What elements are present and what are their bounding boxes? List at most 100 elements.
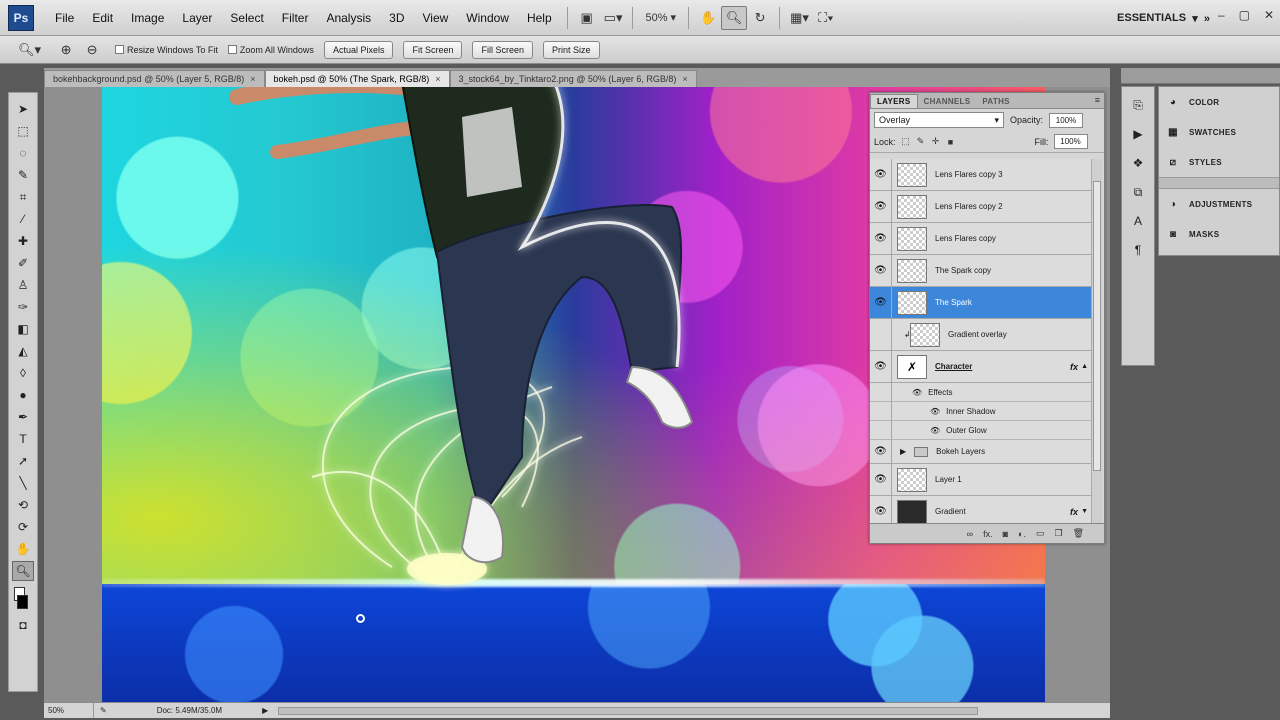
menu-analysis[interactable]: Analysis	[317, 11, 380, 25]
eye-icon[interactable]: 👁︎	[870, 159, 892, 190]
paragraph-icon[interactable]: ¶	[1127, 240, 1149, 260]
marquee-tool-icon[interactable]: ⬚	[12, 121, 34, 141]
zoom-in-icon[interactable]: ⊕	[53, 38, 79, 62]
horizontal-scrollbar[interactable]	[278, 706, 979, 715]
shape-tool-icon[interactable]: ╲	[12, 473, 34, 493]
eraser-tool-icon[interactable]: ◧	[12, 319, 34, 339]
dodge-tool-icon[interactable]: ●	[12, 385, 34, 405]
tab-stock-image[interactable]: 3_stock64_by_Tinktaro2.png @ 50% (Layer …	[449, 70, 697, 87]
close-tab-icon[interactable]: ×	[682, 74, 687, 84]
3d-orbit-tool-icon[interactable]: ⟳	[12, 517, 34, 537]
eye-icon[interactable]: 👁︎	[870, 496, 892, 524]
fx-icon[interactable]: fx	[1070, 362, 1078, 372]
adjustment-layer-icon[interactable]: ◐.	[1018, 529, 1026, 539]
layers-scrollbar[interactable]	[1091, 159, 1102, 524]
hand-tool-icon[interactable]: ✋	[695, 6, 721, 30]
lasso-tool-icon[interactable]: ◌	[12, 143, 34, 163]
close-icon[interactable]: ✕	[1264, 8, 1274, 22]
eye-icon[interactable]: 👁︎	[870, 255, 892, 286]
eye-icon[interactable]	[870, 319, 892, 350]
zoom-level-select[interactable]: 50% ▾	[639, 7, 682, 29]
hand-tool-icon[interactable]: ✋	[12, 539, 34, 559]
maximize-icon[interactable]: ▢	[1239, 8, 1250, 22]
healing-brush-tool-icon[interactable]: ✚	[12, 231, 34, 251]
rotate-view-icon[interactable]: ↻	[747, 6, 773, 30]
tab-channels[interactable]: CHANNELS	[918, 94, 977, 108]
effect-row[interactable]: 👁︎ Inner Shadow	[870, 402, 1092, 421]
clone-stamp-tool-icon[interactable]: ♙	[12, 275, 34, 295]
eye-icon[interactable]: 👁︎	[870, 223, 892, 254]
panel-masks[interactable]: ◙ MASKS	[1159, 219, 1279, 249]
clone-source-icon[interactable]: ⧉	[1127, 182, 1149, 202]
menu-view[interactable]: View	[413, 11, 457, 25]
layer-row[interactable]: 👁︎ Lens Flares copy 2	[870, 191, 1092, 223]
expand-group-icon[interactable]: ▶	[900, 447, 906, 456]
panel-menu-icon[interactable]: ≡	[1095, 95, 1100, 105]
effect-row[interactable]: 👁︎ Outer Glow	[870, 421, 1092, 440]
tab-paths[interactable]: PATHS	[976, 94, 1015, 108]
blur-tool-icon[interactable]: ◊	[12, 363, 34, 383]
layer-row[interactable]: 👁︎ Layer 1	[870, 464, 1092, 496]
screen-mode-full-icon[interactable]: ⛶▾	[813, 6, 839, 30]
color-swatches-icon[interactable]	[12, 583, 34, 613]
history-icon[interactable]: ⎘	[1127, 95, 1149, 115]
blend-mode-select[interactable]: Overlay ▾	[874, 112, 1004, 128]
navigator-icon[interactable]: ❖	[1127, 153, 1149, 173]
status-info-icon[interactable]: ✎	[100, 706, 107, 715]
tab-bokehbackground[interactable]: bokehbackground.psd @ 50% (Layer 5, RGB/…	[44, 70, 265, 87]
zoom-tool-icon[interactable]: 🔍︎	[721, 5, 748, 30]
fx-icon[interactable]: fx	[1070, 507, 1078, 517]
eye-icon[interactable]: 👁︎	[912, 388, 922, 397]
arrange-documents-icon[interactable]: ▦▾	[786, 6, 813, 30]
actions-icon[interactable]: ▶	[1127, 124, 1149, 144]
collapse-effects-icon[interactable]: ▲	[1081, 363, 1088, 370]
new-group-icon[interactable]: ▭	[1036, 528, 1045, 539]
layer-row[interactable]: 👁︎ Gradient fx ▼	[870, 496, 1092, 524]
history-brush-tool-icon[interactable]: ✑	[12, 297, 34, 317]
close-tab-icon[interactable]: ×	[250, 74, 255, 84]
brush-tool-icon[interactable]: ✐	[12, 253, 34, 273]
new-layer-icon[interactable]: ❐	[1054, 528, 1062, 539]
eye-icon[interactable]: 👁︎	[870, 440, 892, 463]
eye-icon[interactable]: 👁︎	[870, 351, 892, 382]
add-mask-icon[interactable]: ◙	[1003, 529, 1008, 539]
panel-swatches[interactable]: ▦ SWATCHES	[1159, 117, 1279, 147]
fit-screen-button[interactable]: Fit Screen	[403, 40, 463, 59]
type-tool-icon[interactable]: T	[12, 429, 34, 449]
add-style-icon[interactable]: fx.	[983, 529, 993, 539]
layer-row[interactable]: 👁︎ The Spark copy	[870, 255, 1092, 287]
fill-field[interactable]: 100%	[1053, 134, 1088, 149]
panel-adjustments[interactable]: ◑ ADJUSTMENTS	[1159, 189, 1279, 219]
layer-row[interactable]: 👁︎ Lens Flares copy 3	[870, 159, 1092, 191]
eye-icon[interactable]: 👁︎	[870, 191, 892, 222]
move-tool-icon[interactable]: ➤	[12, 99, 34, 119]
character-icon[interactable]: A	[1127, 211, 1149, 231]
menu-file[interactable]: File	[46, 11, 83, 25]
panel-styles[interactable]: ⧄ STYLES	[1159, 147, 1279, 177]
collapse-effects-icon[interactable]: ▼	[1081, 508, 1088, 515]
menu-select[interactable]: Select	[221, 11, 272, 25]
eye-icon[interactable]: 👁︎	[930, 407, 940, 416]
menu-window[interactable]: Window	[457, 11, 518, 25]
zoom-tool-icon[interactable]: 🔍︎	[12, 561, 34, 581]
crop-tool-icon[interactable]: ⌗	[12, 187, 34, 207]
actual-pixels-button[interactable]: Actual Pixels	[323, 40, 394, 59]
layer-row-selected[interactable]: 👁︎ The Spark	[870, 287, 1092, 319]
resize-windows-checkbox[interactable]: Resize Windows To Fit	[115, 45, 218, 55]
link-layers-icon[interactable]: ∞	[967, 529, 973, 539]
eye-icon[interactable]: 👁︎	[930, 426, 940, 435]
status-zoom[interactable]: 50%	[44, 703, 94, 718]
delete-layer-icon[interactable]: 🗑︎	[1073, 528, 1084, 539]
pen-tool-icon[interactable]: ✒	[12, 407, 34, 427]
menu-image[interactable]: Image	[122, 11, 173, 25]
3d-rotate-tool-icon[interactable]: ⟲	[12, 495, 34, 515]
print-size-button[interactable]: Print Size	[543, 40, 600, 59]
zoom-tool-preset-icon[interactable]: 🔍︎▾	[14, 38, 45, 62]
fill-screen-button[interactable]: Fill Screen	[472, 40, 533, 59]
effects-row[interactable]: 👁︎ Effects	[870, 383, 1092, 402]
menu-help[interactable]: Help	[518, 11, 561, 25]
menu-layer[interactable]: Layer	[173, 11, 221, 25]
tab-layers[interactable]: LAYERS	[870, 94, 918, 108]
lock-all-icon[interactable]: ■	[946, 137, 956, 147]
menu-edit[interactable]: Edit	[83, 11, 122, 25]
